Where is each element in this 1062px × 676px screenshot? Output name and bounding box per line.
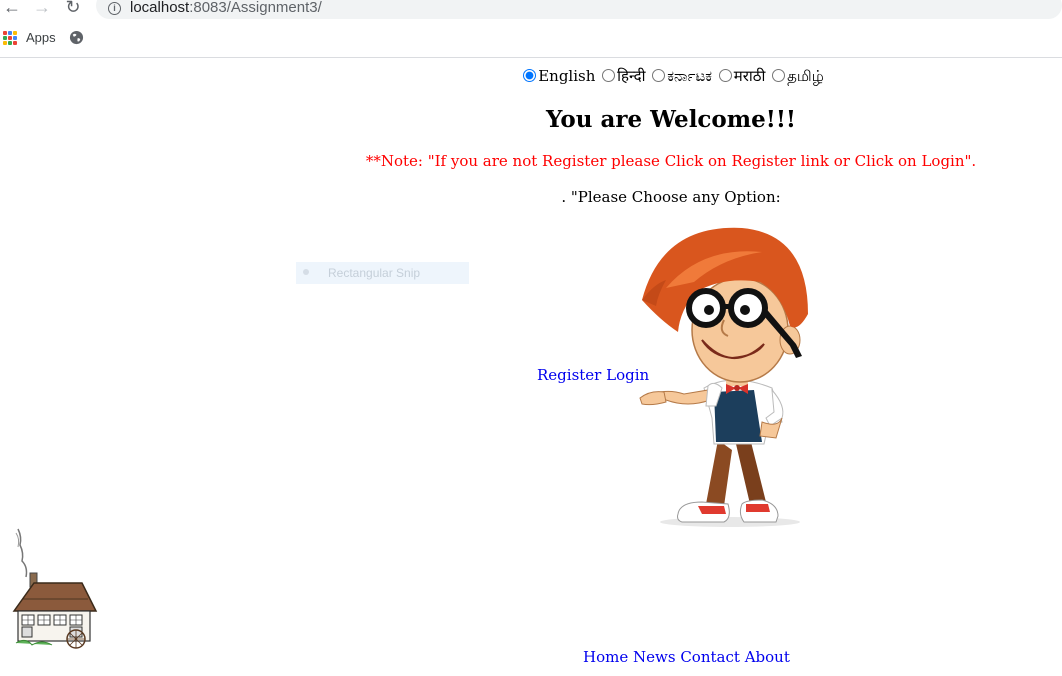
- register-link[interactable]: Register: [537, 366, 601, 384]
- url-host: localhost: [130, 0, 190, 16]
- radio-marathi[interactable]: [718, 69, 732, 82]
- info-icon[interactable]: i: [108, 2, 121, 15]
- address-bar[interactable]: i localhost:8083/Assignment3/: [96, 0, 1062, 19]
- radio-tamil[interactable]: [772, 69, 786, 82]
- language-option-tamil[interactable]: தமிழ்: [772, 67, 824, 85]
- footer-link-contact[interactable]: Contact: [680, 648, 740, 666]
- browser-chrome: ← → ↻ i localhost:8083/Assignment3/ Apps: [0, 0, 1062, 58]
- snip-mode-icon: [303, 269, 309, 275]
- house-sketch-illustration: [12, 528, 98, 649]
- radio-kannada[interactable]: [652, 69, 666, 82]
- pointing-boy-illustration: [639, 227, 808, 527]
- rectangular-snip-overlay: Rectangular Snip: [296, 262, 469, 284]
- radio-english[interactable]: [523, 69, 537, 82]
- radio-hindi[interactable]: [602, 69, 616, 82]
- url-path: :8083/Assignment3/: [189, 0, 322, 16]
- choose-option-prompt: . "Please Choose any Option:: [561, 188, 781, 206]
- apps-grid-icon[interactable]: [3, 31, 17, 45]
- language-option-hindi[interactable]: हिन्दी: [602, 67, 646, 85]
- language-selector: English हिन्दी ಕರ್ನಾಟಕ मराठी தமிழ்: [0, 66, 1062, 87]
- footer-nav: Home News Contact About: [583, 648, 790, 666]
- bookmark-apps[interactable]: Apps: [26, 30, 56, 45]
- back-arrow-icon[interactable]: ←: [1, 0, 23, 18]
- bookmarks-bar: Apps: [0, 26, 1062, 50]
- globe-icon[interactable]: [69, 30, 84, 45]
- url-text[interactable]: localhost:8083/Assignment3/: [130, 0, 322, 16]
- page-title: You are Welcome!!!: [545, 106, 797, 133]
- snip-label: Rectangular Snip: [328, 266, 421, 280]
- register-note: **Note: "If you are not Register please …: [365, 152, 977, 170]
- reload-icon[interactable]: ↻: [62, 0, 84, 18]
- language-option-marathi[interactable]: मराठी: [718, 67, 765, 85]
- language-option-kannada[interactable]: ಕರ್ನಾಟಕ: [652, 67, 712, 85]
- language-option-english[interactable]: English: [523, 67, 595, 85]
- footer-link-home[interactable]: Home: [583, 648, 628, 666]
- footer-link-about[interactable]: About: [745, 648, 790, 666]
- forward-arrow-icon[interactable]: →: [31, 0, 53, 18]
- footer-link-news[interactable]: News: [633, 648, 676, 666]
